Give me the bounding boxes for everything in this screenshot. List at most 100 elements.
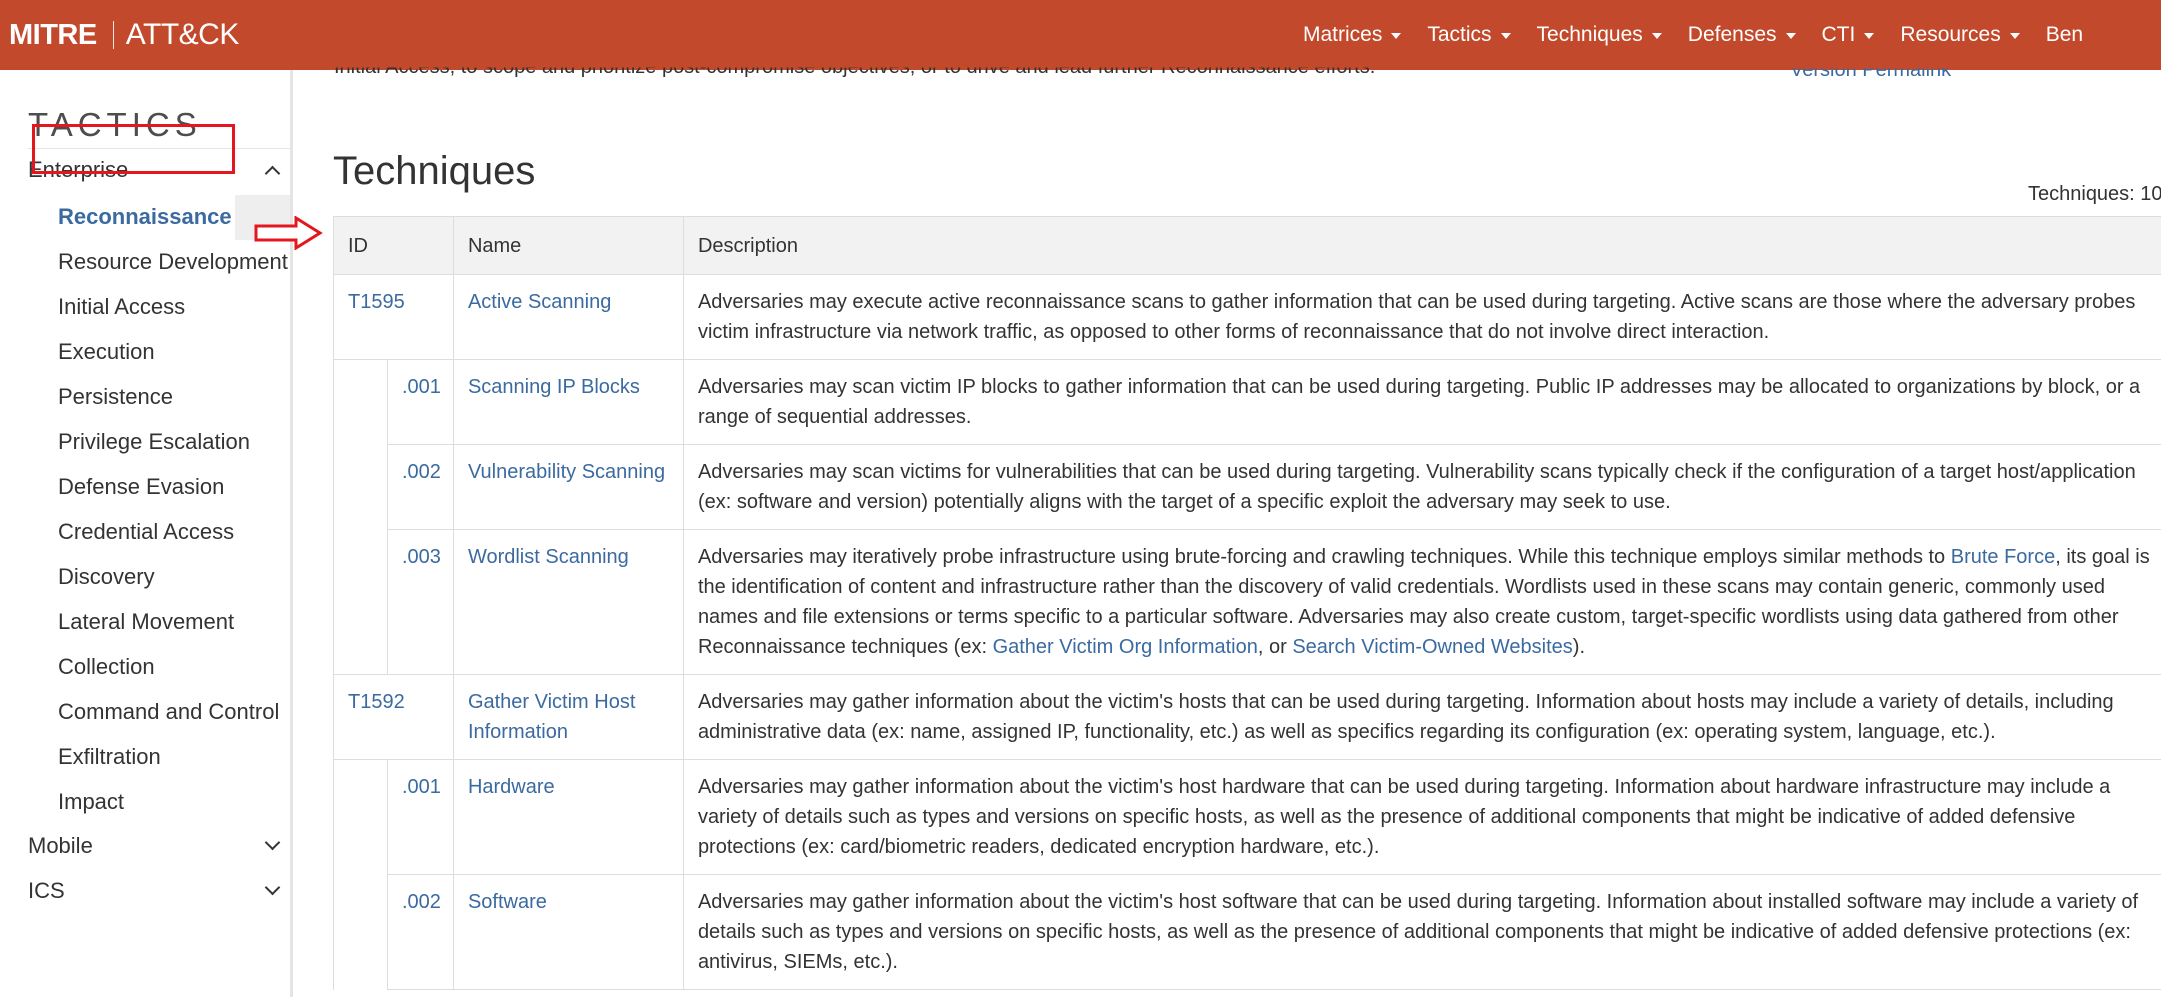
sidebar-item-collection[interactable]: Collection [58,651,155,683]
subtechnique-name-cell: Software [452,874,684,990]
sidebar-domain-mobile[interactable]: Mobile [28,828,290,864]
nav-defenses[interactable]: Defenses [1688,23,1796,47]
brand-separator [112,21,114,49]
sidebar-item-initial-access[interactable]: Initial Access [58,291,185,323]
nav-techniques[interactable]: Techniques [1537,23,1662,47]
description-text: Adversaries may iteratively probe infras… [697,546,1951,568]
subtechnique-description: Adversaries may scan victims for vulnera… [682,444,2161,530]
table-header-row: ID Name Description [333,216,2161,275]
subtechnique-id-cell: .001 [387,359,454,445]
sidebar-item-exfiltration[interactable]: Exfiltration [58,741,161,773]
subtechnique-id-link[interactable]: .002 [402,461,441,483]
subtechnique-id-link[interactable]: .001 [402,776,441,798]
annotation-highlight-box [32,124,235,174]
chevron-down-icon[interactable] [264,834,281,851]
technique-description: Adversaries may execute active reconnais… [682,274,2161,360]
brand-attck: ATT&CK [125,18,240,51]
sidebar-item-persistence[interactable]: Persistence [58,381,173,413]
technique-id-link[interactable]: T1595 [348,291,405,313]
sidebar-domain-label: ICS [28,878,65,903]
brand-logo[interactable]: MITRE ATT&CK [9,18,239,52]
subtechnique-id-cell: .001 [387,759,454,875]
column-header-id: ID [333,216,454,275]
technique-row: T1595 Active Scanning Adversaries may ex… [333,274,2161,360]
search-victim-owned-websites-link[interactable]: Search Victim-Owned Websites [1292,636,1572,658]
subtechnique-name-link[interactable]: Software [468,891,547,913]
sidebar-item-privilege-escalation[interactable]: Privilege Escalation [58,426,250,458]
subtechnique-id-cell: .002 [387,444,454,530]
sidebar-item-reconnaissance[interactable]: Reconnaissance [58,201,232,233]
nav-tactics[interactable]: Tactics [1427,23,1511,47]
technique-id-cell: T1595 [333,274,454,360]
tactics-sidebar: TACTICS Enterprise Reconnaissance Resour… [0,70,293,997]
sidebar-domain-label: Mobile [28,833,93,858]
technique-row: T1592 Gather Victim Host Information Adv… [333,674,2161,760]
indent-cell [333,759,388,875]
subtechnique-row: .002 Vulnerability Scanning Adversaries … [333,444,2161,530]
sidebar-domain-ics[interactable]: ICS [28,873,290,909]
subtechnique-name-link[interactable]: Hardware [468,776,555,798]
sidebar-item-impact[interactable]: Impact [58,786,124,818]
nav-resources[interactable]: Resources [1900,23,2020,47]
subtechnique-name-cell: Vulnerability Scanning [452,444,684,530]
subtechnique-row: .002 Software Adversaries may gather inf… [333,874,2161,990]
technique-name-cell: Gather Victim Host Information [452,674,684,760]
sidebar-item-resource-development[interactable]: Resource Development [58,246,288,278]
indent-cell [333,444,388,530]
nav-resources-label: Resources [1900,23,2001,46]
subtechnique-name-cell: Hardware [452,759,684,875]
sidebar-item-discovery[interactable]: Discovery [58,561,155,593]
subtechnique-name-cell: Scanning IP Blocks [452,359,684,445]
caret-down-icon [1391,33,1402,39]
technique-name-cell: Active Scanning [452,274,684,360]
technique-id-link[interactable]: T1592 [348,691,405,713]
sidebar-item-defense-evasion[interactable]: Defense Evasion [58,471,224,503]
technique-description: Adversaries may gather information about… [682,674,2161,760]
subtechnique-name-link[interactable]: Scanning IP Blocks [468,376,640,398]
column-header-description: Description [682,216,2161,275]
subtechnique-id-link[interactable]: .003 [402,546,441,568]
technique-name-link[interactable]: Active Scanning [468,291,611,313]
gather-victim-org-information-link[interactable]: Gather Victim Org Information [993,636,1258,658]
caret-down-icon [1651,33,1662,39]
nav-benefactors[interactable]: Ben [2046,23,2083,47]
chevron-up-icon[interactable] [264,165,281,182]
caret-down-icon [1500,33,1511,39]
techniques-table: ID Name Description T1595 Active Scannin… [333,216,2161,990]
nav-matrices[interactable]: Matrices [1303,23,1402,47]
sidebar-item-execution[interactable]: Execution [58,336,155,368]
subtechnique-id-cell: .003 [387,529,454,675]
nav-matrices-label: Matrices [1303,23,1383,46]
annotation-arrow-icon [254,216,323,250]
nav-menu: Matrices Tactics Techniques Defenses CTI… [1303,0,2109,70]
subtechnique-name-cell: Wordlist Scanning [452,529,684,675]
indent-cell [333,874,388,990]
nav-cti-label: CTI [1821,23,1856,46]
subtechnique-description: Adversaries may iteratively probe infras… [682,529,2161,675]
nav-benefactors-label: Ben [2045,23,2084,46]
chevron-down-icon[interactable] [264,879,281,896]
nav-techniques-label: Techniques [1536,23,1643,46]
subtechnique-row: .001 Scanning IP Blocks Adversaries may … [333,359,2161,445]
brute-force-link[interactable]: Brute Force [1951,546,2055,568]
subtechnique-id-link[interactable]: .001 [402,376,441,398]
sidebar-item-command-and-control[interactable]: Command and Control [58,696,279,728]
column-header-name: Name [452,216,684,275]
sidebar-item-lateral-movement[interactable]: Lateral Movement [58,606,234,638]
subtechnique-id-link[interactable]: .002 [402,891,441,913]
sidebar-item-credential-access[interactable]: Credential Access [58,516,234,548]
subtechnique-id-cell: .002 [387,874,454,990]
caret-down-icon [1785,33,1796,39]
description-text: ). [1572,636,1586,658]
subtechnique-row: .001 Hardware Adversaries may gather inf… [333,759,2161,875]
subtechnique-name-link[interactable]: Wordlist Scanning [468,546,629,568]
subtechnique-name-link[interactable]: Vulnerability Scanning [468,461,665,483]
brand-mitre: MITRE [9,18,97,51]
indent-cell [333,529,388,675]
page-title: Techniques [333,148,536,193]
subtechnique-description: Adversaries may scan victim IP blocks to… [682,359,2161,445]
description-text: , or [1257,636,1293,658]
technique-name-link[interactable]: Gather Victim Host Information [468,691,635,743]
techniques-count: Techniques: 10 [2028,183,2161,205]
nav-cti[interactable]: CTI [1822,23,1875,47]
